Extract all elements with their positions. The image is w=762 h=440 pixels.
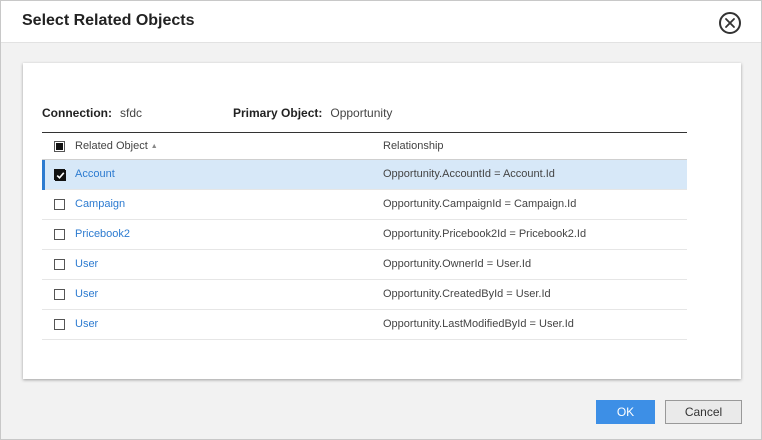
related-object-link[interactable]: Account — [75, 168, 115, 180]
table-row[interactable]: User Opportunity.OwnerId = User.Id — [42, 250, 687, 280]
related-object-link[interactable]: Pricebook2 — [75, 228, 130, 240]
relationship-text: Opportunity.CreatedById = User.Id — [383, 288, 551, 300]
table-header: Related Object ▲ Relationship — [42, 132, 687, 160]
table-row[interactable]: Account Opportunity.AccountId = Account.… — [42, 160, 687, 190]
cancel-button[interactable]: Cancel — [665, 400, 742, 424]
primary-object-value: Opportunity — [330, 106, 393, 120]
dialog-titlebar: Select Related Objects — [1, 1, 761, 43]
column-header-related-object[interactable]: Related Object ▲ — [75, 140, 158, 152]
related-object-link[interactable]: User — [75, 288, 98, 300]
relationship-text: Opportunity.AccountId = Account.Id — [383, 168, 555, 180]
row-checkbox[interactable] — [54, 319, 65, 330]
row-checkbox[interactable] — [54, 259, 65, 270]
content-panel: Connection: sfdc Primary Object: Opportuni… — [23, 63, 741, 379]
close-icon[interactable] — [719, 12, 741, 34]
primary-object-info: Primary Object: Opportunity — [233, 106, 392, 120]
select-all-checkbox[interactable] — [54, 141, 65, 152]
sort-ascending-icon: ▲ — [150, 143, 158, 150]
table-row[interactable]: Pricebook2 Opportunity.Pricebook2Id = Pr… — [42, 220, 687, 250]
table-row[interactable]: User Opportunity.CreatedById = User.Id — [42, 280, 687, 310]
table-row[interactable]: User Opportunity.LastModifiedById = User… — [42, 310, 687, 340]
table-row[interactable]: Campaign Opportunity.CampaignId = Campai… — [42, 190, 687, 220]
ok-button[interactable]: OK — [596, 400, 655, 424]
dialog-title: Select Related Objects — [22, 12, 195, 29]
row-checkbox[interactable] — [54, 289, 65, 300]
row-checkbox[interactable] — [54, 199, 65, 210]
relationship-text: Opportunity.LastModifiedById = User.Id — [383, 318, 574, 330]
select-related-objects-dialog: Select Related Objects Connection: sfdc P… — [0, 0, 762, 440]
column-header-related-object-label: Related Object — [75, 140, 148, 152]
row-checkbox[interactable] — [54, 229, 65, 240]
relationship-text: Opportunity.CampaignId = Campaign.Id — [383, 198, 577, 210]
primary-object-label: Primary Object: — [233, 106, 323, 120]
related-object-link[interactable]: User — [75, 318, 98, 330]
connection-value: sfdc — [120, 106, 143, 120]
relationship-text: Opportunity.OwnerId = User.Id — [383, 258, 532, 270]
relationship-text: Opportunity.Pricebook2Id = Pricebook2.Id — [383, 228, 587, 240]
related-objects-table: Related Object ▲ Relationship Account Opp… — [42, 132, 687, 340]
connection-label: Connection: — [42, 106, 112, 120]
connection-info: Connection: sfdc — [42, 106, 142, 120]
column-header-relationship[interactable]: Relationship — [383, 140, 444, 152]
row-checkbox[interactable] — [54, 169, 66, 181]
related-object-link[interactable]: Campaign — [75, 198, 125, 210]
related-object-link[interactable]: User — [75, 258, 98, 270]
